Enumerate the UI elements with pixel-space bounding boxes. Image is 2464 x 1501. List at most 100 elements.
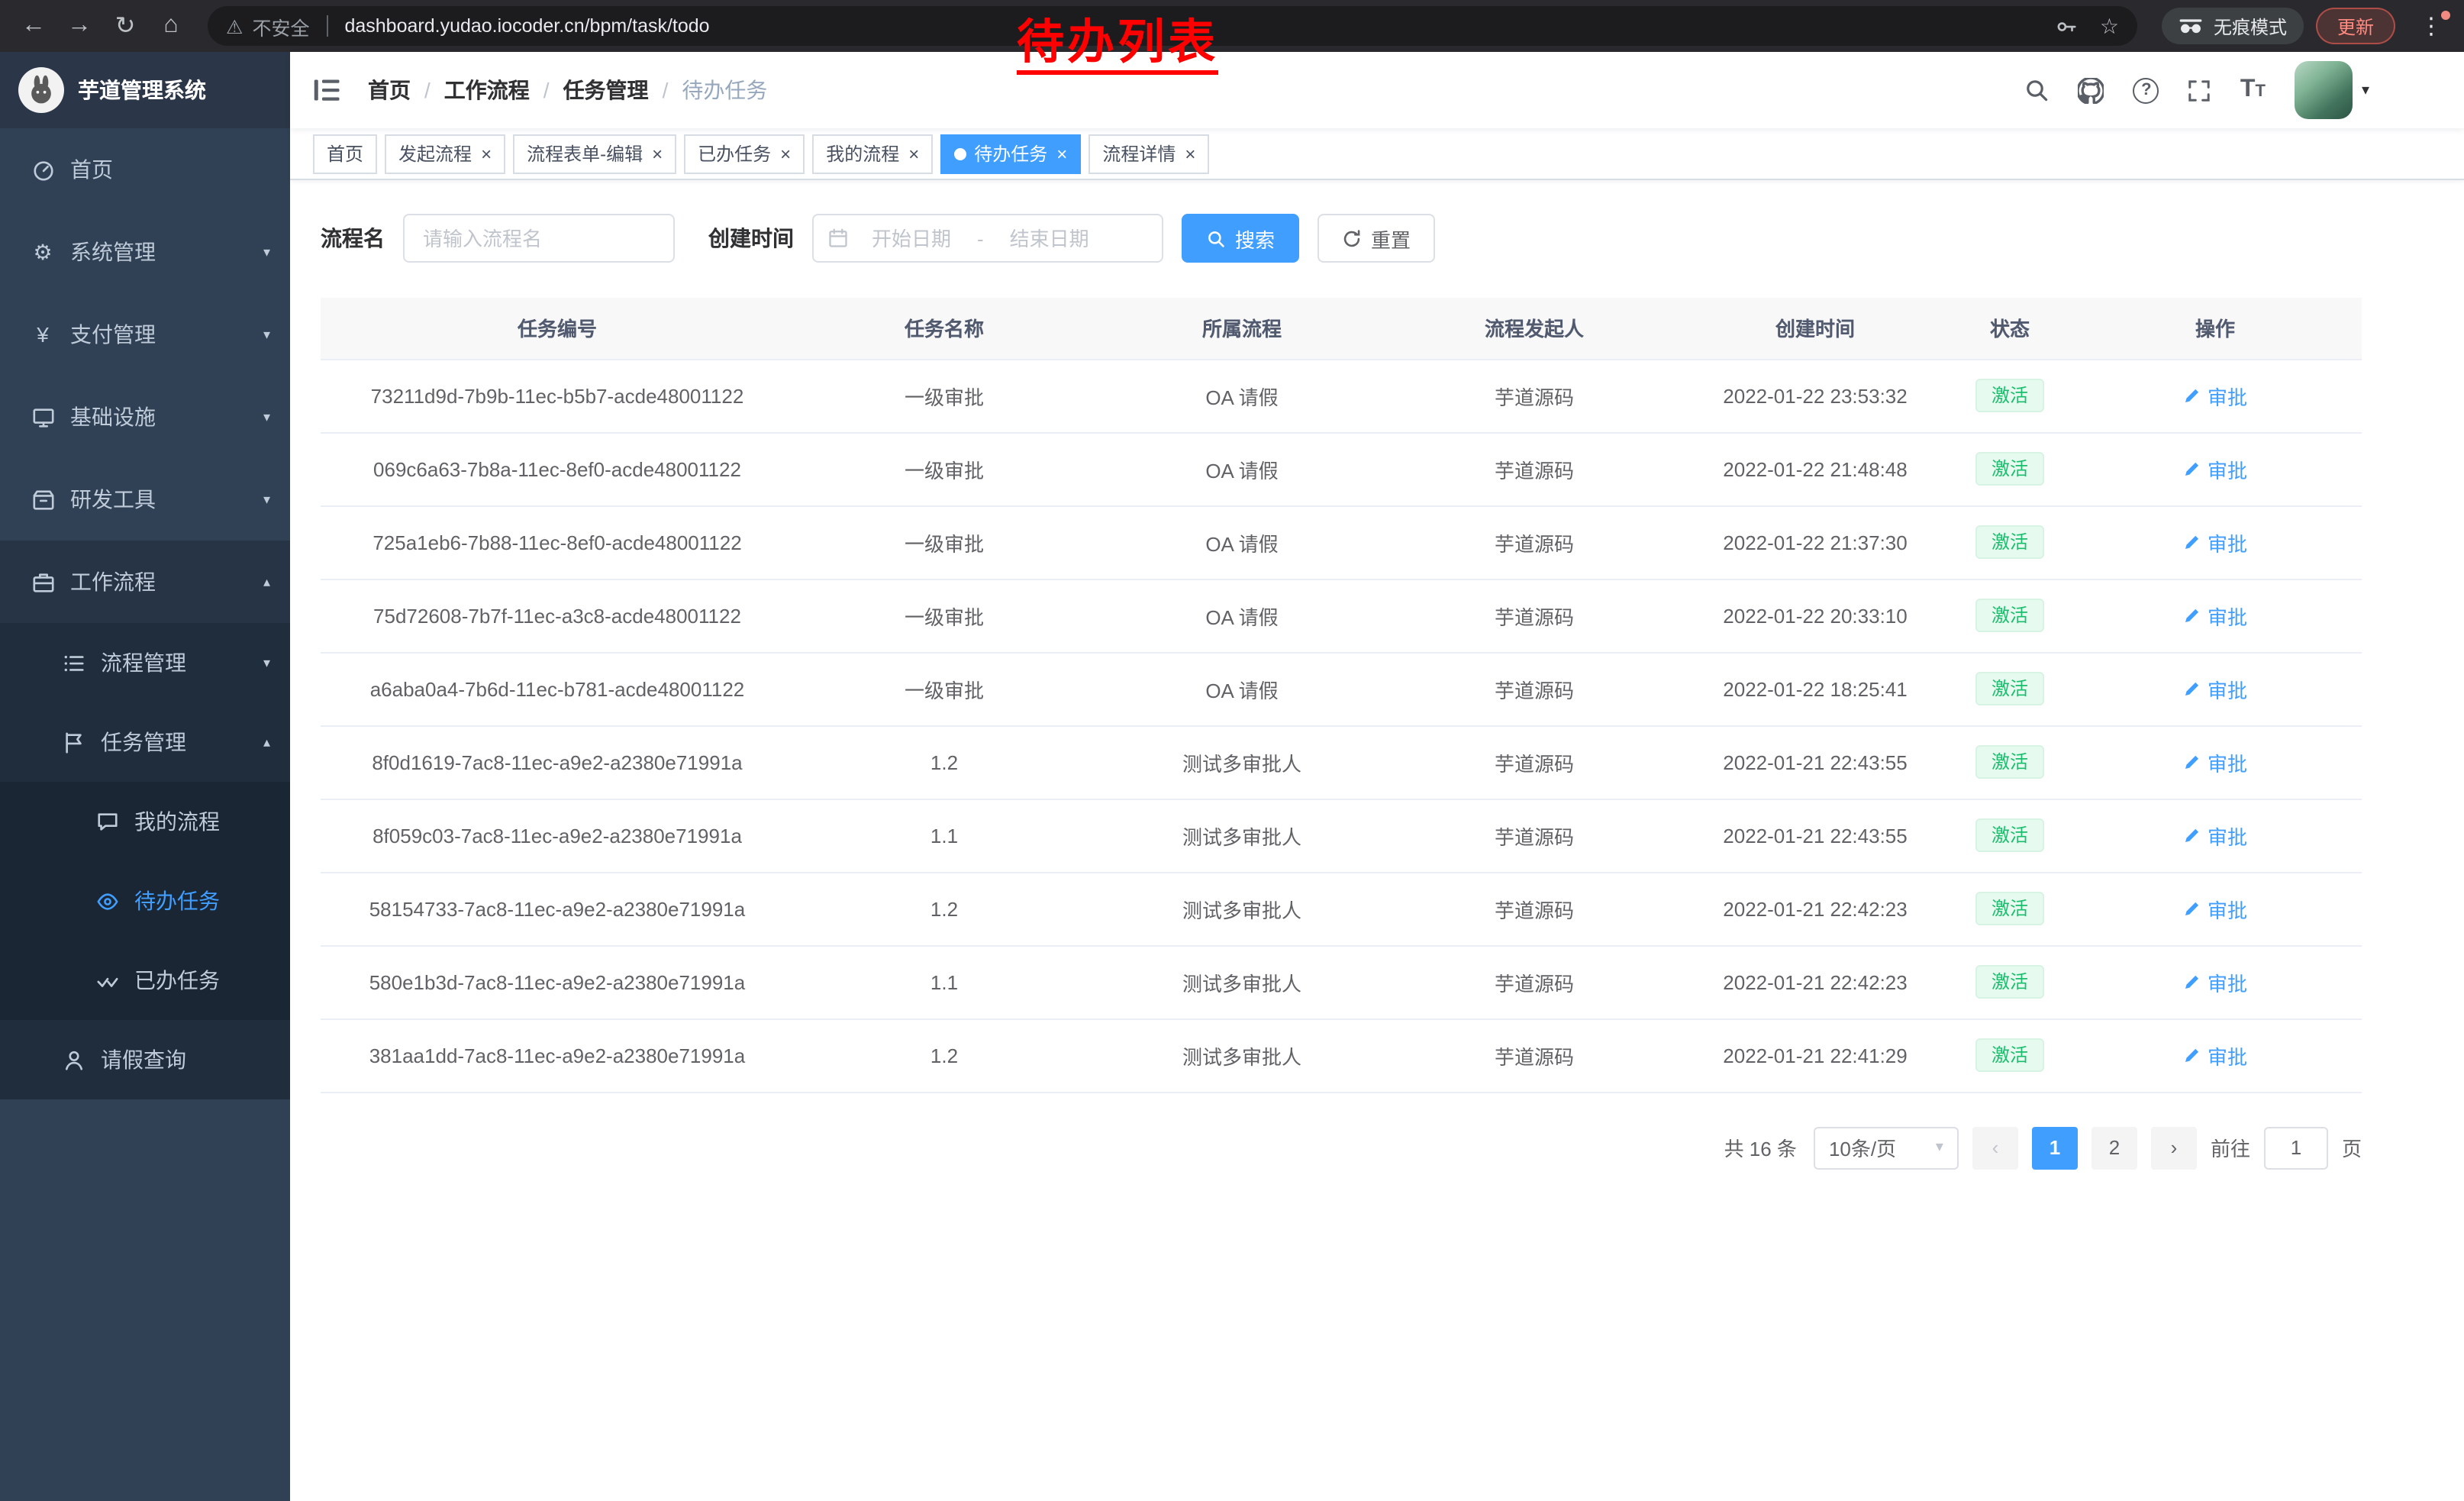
- forward-icon[interactable]: →: [58, 5, 101, 47]
- tab-my-processes[interactable]: 我的流程 ×: [812, 134, 933, 173]
- approve-link[interactable]: 审批: [2183, 454, 2247, 483]
- goto-page-input[interactable]: [2264, 1126, 2328, 1169]
- sidebar-item-payment-management[interactable]: ¥ 支付管理 ▾: [0, 293, 290, 376]
- approve-link[interactable]: 审批: [2183, 894, 2247, 923]
- sidebar-item-label: 基础设施: [70, 402, 156, 432]
- app-logo-row[interactable]: 芋道管理系统: [0, 52, 290, 128]
- approve-link[interactable]: 审批: [2183, 381, 2247, 410]
- cell-process: 测试多审批人: [1095, 872, 1389, 945]
- col-status: 状态: [1951, 298, 2069, 359]
- table-row: 8f0d1619-7ac8-11ec-a9e2-a2380e71991a 1.2…: [321, 725, 2362, 799]
- update-button[interactable]: 更新: [2316, 8, 2395, 44]
- box-icon: [31, 487, 55, 512]
- table-row: 75d72608-7b7f-11ec-a3c8-acde48001122 一级审…: [321, 579, 2362, 652]
- sidebar-item-workflow[interactable]: 工作流程 ▴: [0, 541, 290, 623]
- sidebar-item-infrastructure[interactable]: 基础设施 ▾: [0, 376, 290, 458]
- tab-close-icon[interactable]: ×: [908, 144, 919, 163]
- fullscreen-icon[interactable]: [2188, 79, 2211, 102]
- sidebar-item-my-processes[interactable]: 我的流程: [0, 782, 290, 861]
- breadcrumb-item-current: 待办任务: [682, 75, 767, 105]
- sidebar-item-home[interactable]: 首页: [0, 128, 290, 211]
- process-name-input[interactable]: [403, 214, 675, 263]
- font-size-icon[interactable]: TT: [2240, 76, 2266, 104]
- breadcrumb-item[interactable]: 任务管理: [563, 75, 649, 105]
- approve-link[interactable]: 审批: [2183, 1041, 2247, 1070]
- avatar[interactable]: [2295, 61, 2353, 119]
- user-menu[interactable]: ▾: [2295, 61, 2369, 119]
- sidebar-toggle-icon[interactable]: [311, 73, 345, 107]
- approve-link[interactable]: 审批: [2183, 674, 2247, 703]
- back-icon[interactable]: ←: [12, 5, 55, 47]
- page-number-2[interactable]: 2: [2091, 1126, 2137, 1169]
- bookmark-star-icon[interactable]: ☆: [2100, 13, 2119, 39]
- cell-initiator: 芋道源码: [1389, 505, 1679, 579]
- tab-close-icon[interactable]: ×: [481, 144, 492, 163]
- prev-page-button[interactable]: ‹: [1972, 1126, 2018, 1169]
- approve-link[interactable]: 审批: [2183, 601, 2247, 630]
- breadcrumb-item[interactable]: 首页: [368, 75, 411, 105]
- github-icon[interactable]: [2079, 77, 2104, 103]
- create-time-label: 创建时间: [708, 223, 794, 253]
- tab-process-detail[interactable]: 流程详情 ×: [1088, 134, 1209, 173]
- date-range-picker[interactable]: -: [812, 214, 1163, 263]
- breadcrumb-separator: /: [663, 78, 669, 102]
- sidebar-item-task-management[interactable]: 任务管理 ▴: [0, 702, 290, 782]
- breadcrumb-item[interactable]: 工作流程: [444, 75, 530, 105]
- page-number-1[interactable]: 1: [2032, 1126, 2078, 1169]
- cell-task-name: 1.1: [794, 799, 1095, 872]
- sidebar-item-system-management[interactable]: ⚙ 系统管理 ▾: [0, 211, 290, 293]
- tab-initiate-process[interactable]: 发起流程 ×: [385, 134, 505, 173]
- tab-close-icon[interactable]: ×: [652, 144, 663, 163]
- tab-home[interactable]: 首页: [313, 134, 377, 173]
- chevron-down-icon: ▾: [263, 244, 270, 260]
- table-row: 381aa1dd-7ac8-11ec-a9e2-a2380e71991a 1.2…: [321, 1018, 2362, 1092]
- cell-created: 2022-01-21 22:41:29: [1679, 1018, 1951, 1092]
- tab-close-icon[interactable]: ×: [780, 144, 791, 163]
- cell-created: 2022-01-22 18:25:41: [1679, 652, 1951, 725]
- sidebar-item-process-management[interactable]: 流程管理 ▾: [0, 623, 290, 702]
- tab-close-icon[interactable]: ×: [1185, 144, 1195, 163]
- sidebar-item-dev-tools[interactable]: 研发工具 ▾: [0, 458, 290, 541]
- cell-task-id: 8f059c03-7ac8-11ec-a9e2-a2380e71991a: [321, 799, 794, 872]
- cell-action: 审批: [2069, 725, 2362, 799]
- home-icon[interactable]: ⌂: [150, 5, 192, 47]
- cell-initiator: 芋道源码: [1389, 652, 1679, 725]
- tab-todo-tasks[interactable]: 待办任务 ×: [940, 134, 1081, 173]
- dashboard-icon: [31, 157, 55, 182]
- cell-action: 审批: [2069, 579, 2362, 652]
- end-date-input[interactable]: [990, 227, 1109, 250]
- sidebar-item-leave-query[interactable]: 请假查询: [0, 1020, 290, 1099]
- approve-link[interactable]: 审批: [2183, 528, 2247, 557]
- search-icon[interactable]: [2025, 78, 2050, 102]
- cell-task-name: 一级审批: [794, 652, 1095, 725]
- cell-status: 激活: [1951, 725, 2069, 799]
- reload-icon[interactable]: ↻: [104, 5, 147, 47]
- help-icon[interactable]: ?: [2133, 77, 2159, 103]
- sidebar-item-label: 流程管理: [101, 647, 186, 678]
- reset-button[interactable]: 重置: [1317, 214, 1435, 263]
- key-icon[interactable]: [2056, 15, 2079, 37]
- table-row: 73211d9d-7b9b-11ec-b5b7-acde48001122 一级审…: [321, 359, 2362, 432]
- sidebar-item-label: 首页: [70, 154, 113, 185]
- cell-action: 审批: [2069, 359, 2362, 432]
- page-size-select[interactable]: 10条/页 ▾: [1814, 1126, 1959, 1169]
- approve-link[interactable]: 审批: [2183, 967, 2247, 996]
- browser-menu-icon[interactable]: ⋮: [2411, 12, 2452, 40]
- tab-process-form-edit[interactable]: 流程表单-编辑 ×: [513, 134, 676, 173]
- start-date-input[interactable]: [852, 227, 971, 250]
- sidebar-item-label: 我的流程: [134, 806, 220, 837]
- cell-task-id: 069c6a63-7b8a-11ec-8ef0-acde48001122: [321, 432, 794, 505]
- approve-link[interactable]: 审批: [2183, 821, 2247, 850]
- sidebar-item-label: 工作流程: [70, 567, 156, 597]
- tab-done-tasks[interactable]: 已办任务 ×: [684, 134, 805, 173]
- next-page-button[interactable]: ›: [2151, 1126, 2197, 1169]
- sidebar-item-todo-tasks[interactable]: 待办任务: [0, 861, 290, 941]
- search-button[interactable]: 搜索: [1182, 214, 1299, 263]
- table-row: 580e1b3d-7ac8-11ec-a9e2-a2380e71991a 1.1…: [321, 945, 2362, 1018]
- approve-link[interactable]: 审批: [2183, 747, 2247, 776]
- cell-task-id: 58154733-7ac8-11ec-a9e2-a2380e71991a: [321, 872, 794, 945]
- tab-close-icon[interactable]: ×: [1056, 144, 1067, 163]
- page-unit-label: 页: [2342, 1133, 2362, 1162]
- sidebar-item-done-tasks[interactable]: 已办任务: [0, 941, 290, 1020]
- chevron-up-icon: ▴: [263, 573, 270, 590]
